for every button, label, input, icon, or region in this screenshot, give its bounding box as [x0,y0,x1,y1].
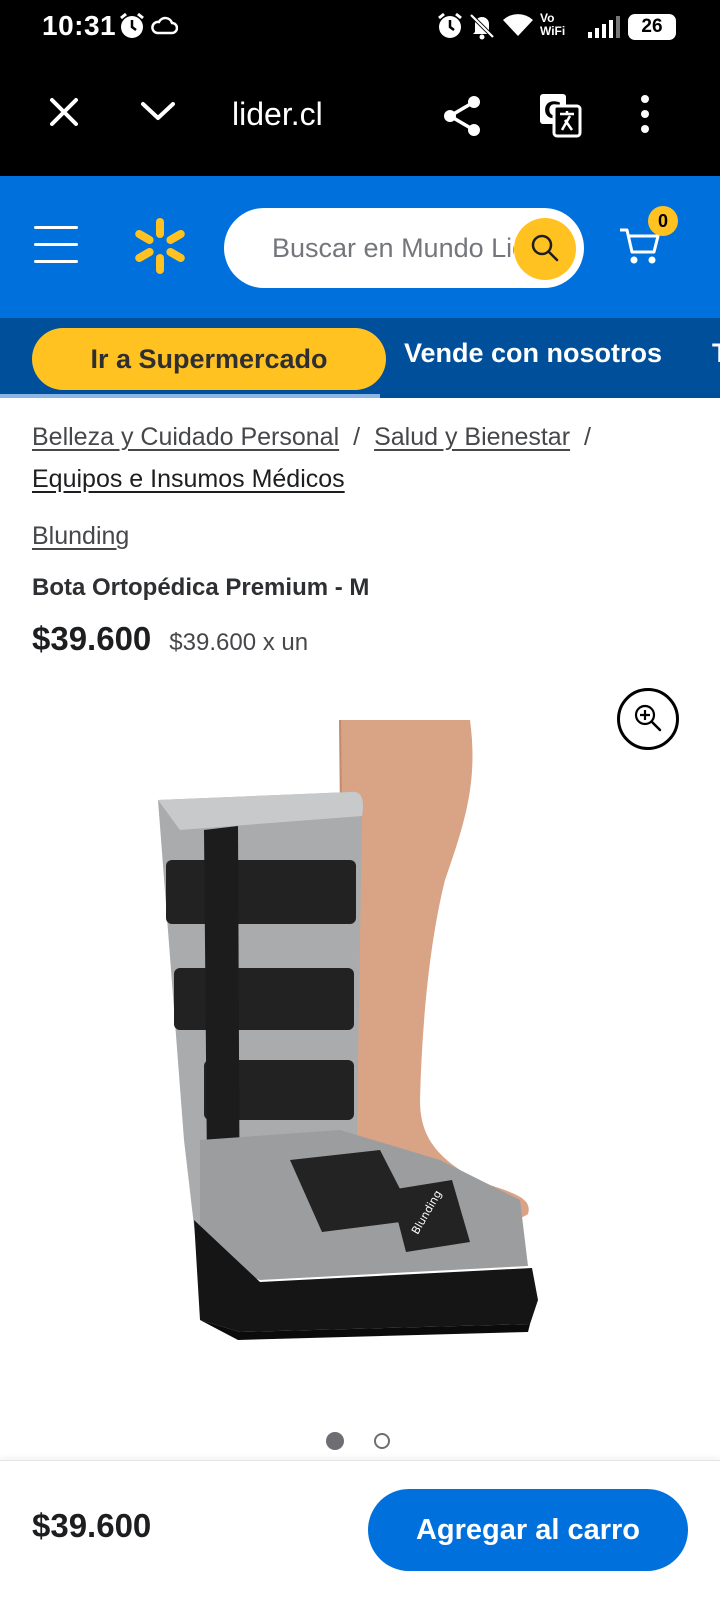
status-time: 10:31 [42,10,117,41]
carousel-dot-2[interactable] [374,1433,390,1449]
sell-with-us-link[interactable]: Vende con nosotros [404,338,662,369]
breadcrumb-link-equipos[interactable]: Equipos e Insumos Médicos [32,465,345,493]
bottom-add-bar: $39.600 Agregar al carro [0,1460,720,1600]
nav-next-link[interactable]: T [712,338,720,369]
status-bar: 10:31 Vo WiFi 26 [0,0,720,56]
breadcrumb-link-belleza[interactable]: Belleza y Cuidado Personal [32,423,339,451]
search-box [224,208,584,288]
browser-toolbar: lider.cl G [0,56,720,176]
share-icon[interactable] [442,94,482,143]
nav-strip: Ir a Supermercado Vende con nosotros T [0,318,720,398]
breadcrumb-separator: / [353,423,361,451]
site-header: 0 [0,176,720,318]
breadcrumb-separator: / [584,423,591,451]
signal-icon [588,16,620,43]
more-vert-icon[interactable] [640,94,650,139]
network-label: Vo WiFi [540,12,565,38]
spark-logo[interactable] [132,216,188,281]
nav-scroll-indicator [0,394,380,398]
alarm-icon [436,12,464,45]
bottom-price: $39.600 [32,1507,152,1544]
breadcrumb-link-salud[interactable]: Salud y Bienestar [374,423,570,451]
url-text[interactable]: lider.cl [232,96,323,133]
carousel-dot-1[interactable] [326,1432,344,1450]
image-carousel-dots [0,1432,720,1452]
search-input[interactable] [272,208,514,288]
add-to-cart-button[interactable]: Agregar al carro [368,1489,688,1571]
product-title: Bota Ortopédica Premium - M [32,574,370,601]
zoom-button[interactable] [617,688,679,750]
breadcrumb: Belleza y Cuidado Personal / Salud y Biene… [32,416,692,500]
supermarket-button[interactable]: Ir a Supermercado [32,328,386,390]
mute-icon [468,12,496,45]
product-price: $39.600 [32,620,152,657]
cart-count-badge: 0 [648,206,678,236]
brand-link[interactable]: Blunding [32,522,129,551]
zoom-in-icon [632,702,664,737]
unit-price: $39.600 x un [169,629,309,656]
translate-icon[interactable]: G [538,92,582,143]
network-line-wifi: WiFi [540,24,566,38]
menu-icon[interactable] [34,226,78,264]
product-image[interactable]: Blunding [140,719,560,1360]
search-button[interactable] [514,218,576,280]
chevron-down-icon[interactable] [138,96,178,131]
price-row: $39.600 $39.600 x un [32,620,308,658]
search-icon [530,233,560,266]
cloud-icon [150,14,179,41]
close-icon[interactable] [44,92,84,137]
wifi-icon [502,14,534,43]
battery-icon: 26 [628,14,676,40]
alarm-icon [118,12,146,45]
